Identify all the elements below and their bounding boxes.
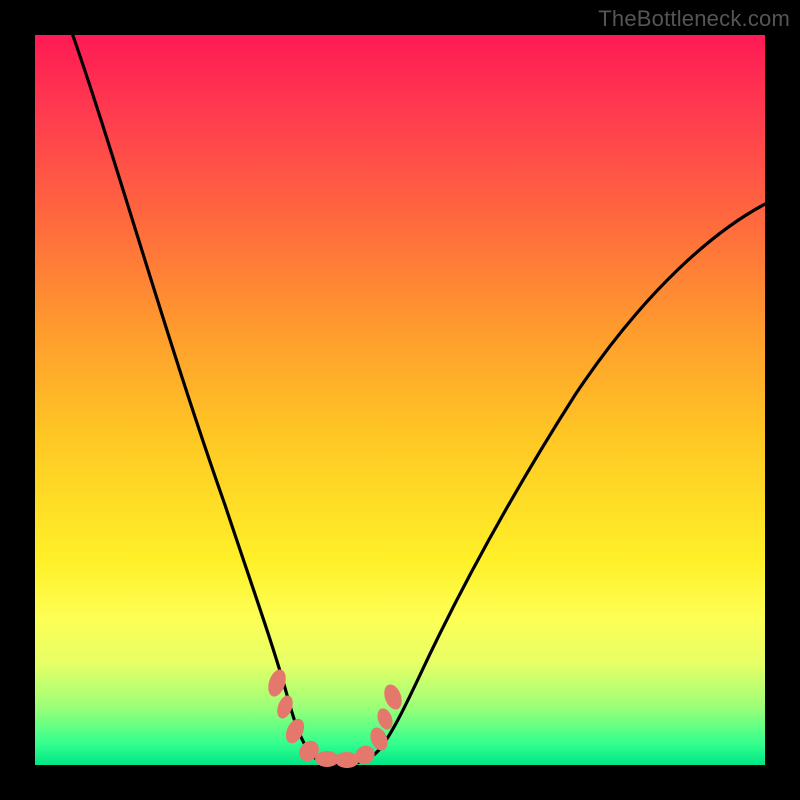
watermark-text: TheBottleneck.com <box>598 6 790 32</box>
chart-svg <box>35 35 765 765</box>
marker-cluster <box>265 667 405 768</box>
right-curve <box>345 203 767 764</box>
left-curve <box>71 30 345 764</box>
chart-frame: TheBottleneck.com <box>0 0 800 800</box>
plot-area <box>35 35 765 765</box>
